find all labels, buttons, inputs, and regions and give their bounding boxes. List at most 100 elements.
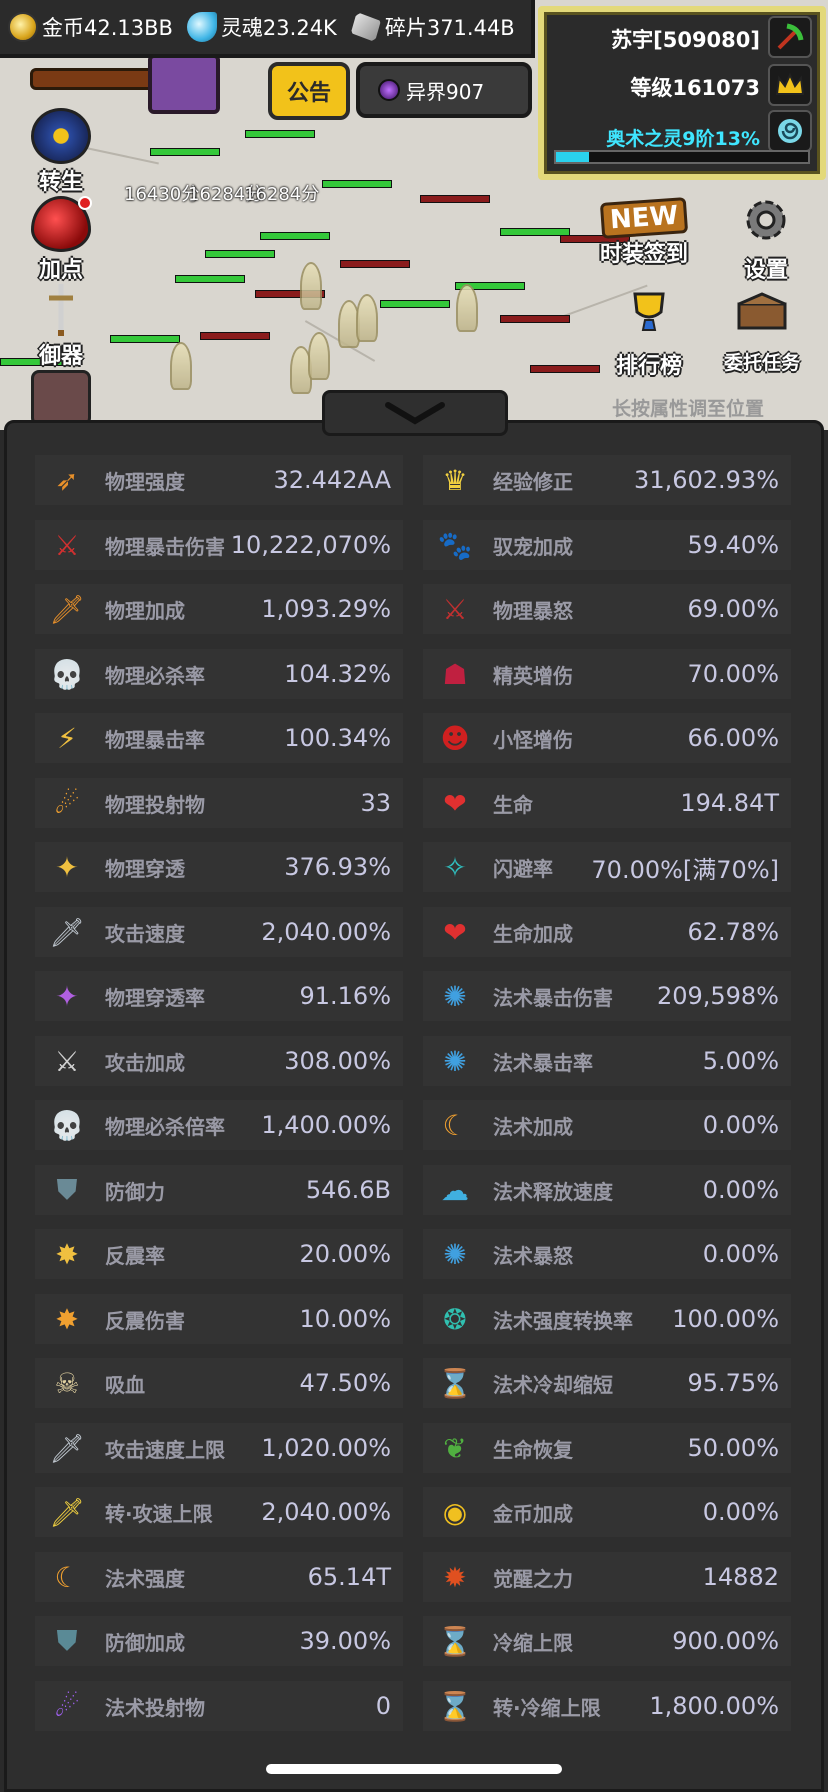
attribute-row[interactable]: ❤ 生命 194.84T [423, 778, 791, 828]
attribute-row[interactable]: ☄ 法术投射物 0 [35, 1681, 403, 1731]
spell-cooldown-icon: ⌛ [437, 1366, 473, 1400]
attribute-row[interactable]: ✦ 物理穿透 376.93% [35, 842, 403, 892]
attribute-row[interactable]: ⚔ 物理暴怒 69.00% [423, 584, 791, 634]
attribute-value: 20.00% [299, 1240, 391, 1268]
attribute-row[interactable]: ☄ 物理投射物 33 [35, 778, 403, 828]
attribute-label: 物理必杀率 [105, 663, 205, 688]
settings-button[interactable]: 设置 [734, 194, 798, 284]
spell-conversion-icon: ❂ [443, 1302, 467, 1336]
cast-speed-icon: ☁ [441, 1173, 469, 1207]
attribute-row[interactable]: ➶ 物理强度 32.442AA [35, 455, 403, 505]
attribute-label: 驭宠加成 [493, 534, 573, 559]
attribute-value: 546.6B [305, 1176, 391, 1204]
player-info-panel[interactable]: 苏宇[509080] 等级161073 奥术之灵9阶13% [538, 6, 826, 180]
attribute-row[interactable]: ⌛ 冷缩上限 900.00% [423, 1616, 791, 1666]
attribute-panel: ➶ 物理强度 32.442AA ⚔ 物理暴击伤害 10,222,070% 🗡 物理加成 1,09… [4, 420, 824, 1792]
attribute-label: 法术暴击伤害 [493, 985, 613, 1010]
attribute-row[interactable]: ✸ 反震率 20.00% [35, 1229, 403, 1279]
attribute-row[interactable]: ✸ 反震伤害 10.00% [35, 1294, 403, 1344]
attribute-label: 物理强度 [105, 469, 185, 494]
portal-icon [378, 79, 400, 101]
attribute-row[interactable]: ✺ 法术暴击伤害 209,598% [423, 971, 791, 1021]
attribute-row[interactable]: ⛊ 防御力 546.6B [35, 1165, 403, 1215]
add-points-button[interactable]: 加点 [22, 196, 100, 284]
attribute-row[interactable]: ✺ 法术暴击率 5.00% [423, 1036, 791, 1086]
attribute-row[interactable]: 🐾 驭宠加成 59.40% [423, 520, 791, 570]
attribute-row[interactable]: ⚡ 物理暴击率 100.34% [35, 713, 403, 763]
lifesteal-icon: ☠ [54, 1366, 80, 1400]
attribute-row[interactable]: ☗ 精英增伤 70.00% [423, 649, 791, 699]
attribute-value: 0 [375, 1692, 391, 1720]
weapon-control-button[interactable]: 御器 [22, 282, 100, 370]
notice-button[interactable]: 公告 [268, 62, 350, 120]
attribute-row[interactable]: ❤ 生命加成 62.78% [423, 907, 791, 957]
attribute-row[interactable]: ✺ 法术暴怒 0.00% [423, 1229, 791, 1279]
commission-label: 委托任务 [724, 352, 801, 374]
minion-damage-icon: ☻ [440, 721, 470, 755]
fragment-resource: 碎片371.44B [350, 12, 515, 42]
attribute-row[interactable]: ☾ 法术强度 65.14T [35, 1552, 403, 1602]
attribute-label: 法术投射物 [105, 1695, 205, 1720]
attribute-row[interactable]: 💀 物理必杀倍率 1,400.00% [35, 1100, 403, 1150]
attribute-row[interactable]: ✧ 闪避率 70.00%[满70%] [423, 842, 791, 892]
attribute-row[interactable]: ❂ 法术强度转换率 100.00% [423, 1294, 791, 1344]
attribute-row[interactable]: ⚔ 物理暴击伤害 10,222,070% [35, 520, 403, 570]
phys-kill-multiplier-icon: 💀 [49, 1108, 85, 1142]
attribute-row[interactable]: ☁ 法术释放速度 0.00% [423, 1165, 791, 1215]
attribute-value: 104.32% [284, 660, 391, 688]
attribute-row[interactable]: 🗡 物理加成 1,093.29% [35, 584, 403, 634]
attribute-row[interactable]: ✦ 物理穿透率 91.16% [35, 971, 403, 1021]
crown-icon [768, 64, 812, 106]
health-bonus-icon: ❤ [443, 915, 467, 949]
attribute-label: 法术加成 [493, 1114, 573, 1139]
attribute-value: 0.00% [702, 1111, 779, 1139]
attribute-value: 0.00% [702, 1176, 779, 1204]
phys-strength-icon: ➶ [55, 463, 79, 497]
attribute-label: 防御加成 [105, 1630, 185, 1655]
attribute-row[interactable]: ☾ 法术加成 0.00% [423, 1100, 791, 1150]
badge-button[interactable] [22, 370, 100, 426]
attribute-label: 法术冷却缩短 [493, 1372, 613, 1397]
notification-dot [78, 196, 92, 210]
attribute-row[interactable]: ❦ 生命恢复 50.00% [423, 1423, 791, 1473]
attribute-row[interactable]: 🗡 转·攻速上限 2,040.00% [35, 1487, 403, 1537]
attribute-value: 2,040.00% [261, 918, 391, 946]
attribute-value: 376.93% [284, 853, 391, 881]
attribute-row[interactable]: ☠ 吸血 47.50% [35, 1358, 403, 1408]
soul-resource: 灵魂23.24K [186, 12, 337, 42]
home-indicator[interactable] [266, 1764, 562, 1774]
attribute-row[interactable]: 🗡 攻击速度上限 1,020.00% [35, 1423, 403, 1473]
fragment-amount: 碎片371.44B [384, 16, 515, 40]
attribute-row[interactable]: ◉ 金币加成 0.00% [423, 1487, 791, 1537]
chevron-down-icon [385, 402, 445, 425]
spell-projectile-icon: ☄ [54, 1689, 80, 1723]
fashion-signin-label: 时装签到 [600, 242, 689, 267]
trans-cooldown-cap-icon: ⌛ [437, 1689, 473, 1723]
spell-power-icon: ☾ [54, 1560, 80, 1594]
attribute-row[interactable]: ⌛ 转·冷缩上限 1,800.00% [423, 1681, 791, 1731]
attribute-row[interactable]: ⛊ 防御加成 39.00% [35, 1616, 403, 1666]
pickaxe-icon[interactable] [768, 16, 812, 58]
attribute-row[interactable]: 🗡 攻击速度 2,040.00% [35, 907, 403, 957]
attribute-label: 金币加成 [493, 1501, 573, 1526]
health-regen-icon: ❦ [443, 1431, 467, 1465]
attribute-label: 转·攻速上限 [105, 1501, 213, 1526]
ranking-button[interactable]: 排行榜 [616, 290, 682, 380]
attribute-row[interactable]: ✹ 觉醒之力 14882 [423, 1552, 791, 1602]
attribute-value: 69.00% [687, 595, 779, 623]
collapse-panel-button[interactable] [322, 390, 508, 436]
realm-button[interactable]: 异界907 [356, 62, 532, 118]
attribute-value: 62.78% [687, 918, 779, 946]
rebirth-button[interactable]: 转生 [22, 108, 100, 196]
attribute-row[interactable]: ☻ 小怪增伤 66.00% [423, 713, 791, 763]
attribute-row[interactable]: ⚔ 攻击加成 308.00% [35, 1036, 403, 1086]
fashion-signin-button[interactable]: NEW 时装签到 [599, 197, 689, 268]
attribute-row[interactable]: 💀 物理必杀率 104.32% [35, 649, 403, 699]
attribute-value: 194.84T [680, 789, 779, 817]
attribute-row[interactable]: ♛ 经验修正 31,602.93% [423, 455, 791, 505]
attribute-value: 65.14T [307, 1563, 391, 1591]
attribute-value: 900.00% [672, 1627, 779, 1655]
gold-bonus-icon: ◉ [442, 1495, 468, 1529]
commission-button[interactable]: 委托任务 [724, 290, 800, 375]
attribute-row[interactable]: ⌛ 法术冷却缩短 95.75% [423, 1358, 791, 1408]
